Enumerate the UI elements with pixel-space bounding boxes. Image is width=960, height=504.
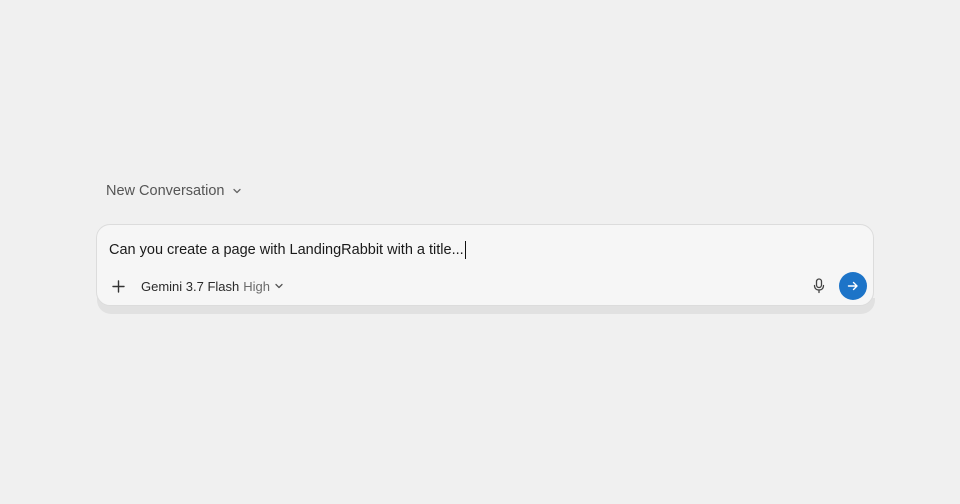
microphone-icon <box>812 278 826 294</box>
message-input[interactable]: Can you create a page with LandingRabbit… <box>109 239 857 261</box>
arrow-right-icon <box>847 280 859 292</box>
attach-button[interactable] <box>105 273 131 299</box>
message-input-text: Can you create a page with LandingRabbit… <box>109 242 464 258</box>
conversation-title: New Conversation <box>106 183 225 199</box>
conversation-selector[interactable]: New Conversation <box>106 183 242 199</box>
plus-icon <box>111 279 125 293</box>
voice-input-button[interactable] <box>807 274 831 298</box>
chevron-down-icon <box>274 281 284 291</box>
chevron-down-icon <box>232 186 242 196</box>
model-selector[interactable]: Gemini 3.7 Flash High <box>141 279 284 294</box>
send-button[interactable] <box>839 272 867 300</box>
composer: Can you create a page with LandingRabbit… <box>96 224 874 306</box>
composer-toolbar: Gemini 3.7 Flash High <box>105 272 867 300</box>
page: New Conversation Can you create a page w… <box>0 0 960 504</box>
text-caret <box>464 241 467 259</box>
model-name: Gemini 3.7 Flash <box>141 278 240 294</box>
model-level: High <box>243 278 271 294</box>
